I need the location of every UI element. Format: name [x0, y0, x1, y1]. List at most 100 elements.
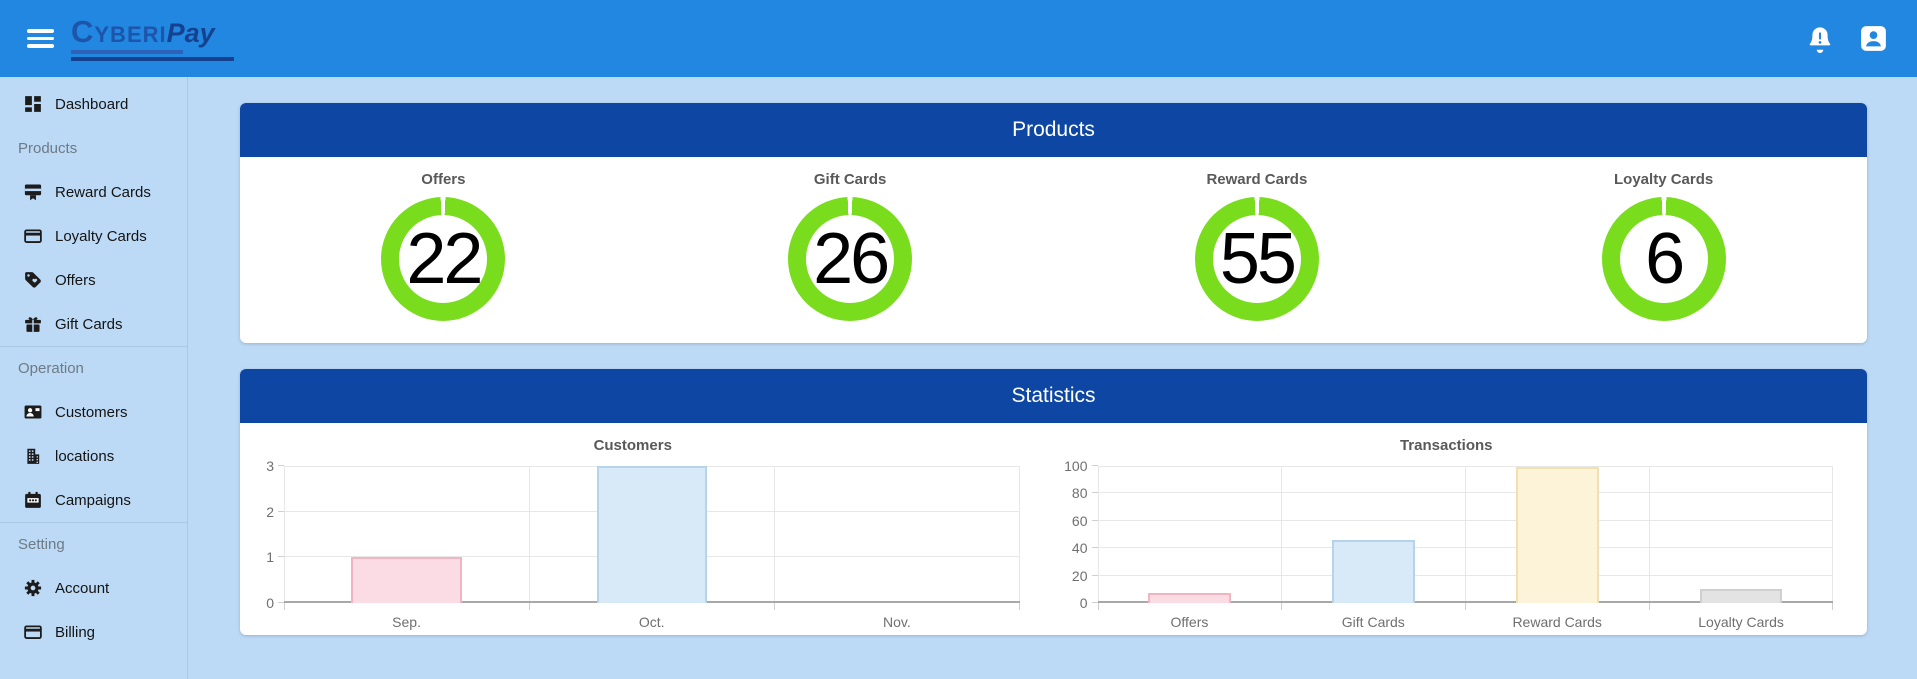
sidebar-section-label: Products [18, 139, 78, 157]
gauge-ring: 55 [1194, 197, 1319, 321]
plot-area [1097, 466, 1833, 603]
gauge-offers: Offers 22 [240, 171, 647, 343]
gridline-vertical [1281, 466, 1283, 603]
bar-sep [351, 557, 462, 603]
y-tick-label: 0 [1079, 595, 1088, 611]
gauges-row: Offers 22 Gift Cards 26 Reward Cards 55 … [240, 157, 1867, 343]
gauge-value: 26 [813, 219, 890, 299]
bar-reward-cards [1515, 467, 1599, 603]
sidebar-section-operation: Operation [0, 346, 187, 390]
sidebar-item-account[interactable]: Account [0, 566, 187, 610]
menu-icon[interactable] [27, 25, 54, 52]
x-tick-mark [1097, 603, 1099, 610]
y-tick-label: 40 [1071, 540, 1088, 557]
gauge-label: Loyalty Cards [1614, 171, 1714, 188]
sidebar-item-gift-cards[interactable]: Gift Cards [0, 302, 187, 346]
y-axis: 0 20 40 60 80 100 [1060, 458, 1098, 611]
chart-customers: Customers 0 1 2 3 Sep. Oct. Nov. [240, 423, 1054, 635]
sidebar-item-label: locations [55, 447, 115, 465]
x-axis: Sep. Oct. Nov. [284, 603, 1020, 635]
plot-area [284, 466, 1020, 603]
sidebar-item-loyalty-cards[interactable]: Loyalty Cards [0, 214, 187, 258]
gridline-vertical [1097, 466, 1099, 603]
logo-underline [71, 50, 183, 54]
gridline-vertical [1649, 466, 1651, 603]
x-category-label: Nov. [883, 614, 911, 630]
sidebar-item-label: Campaigns [55, 491, 131, 509]
bell-icon[interactable] [1806, 25, 1834, 53]
customers-icon [24, 403, 42, 421]
y-axis: 0 1 2 3 [246, 458, 284, 611]
menu-bar [27, 36, 54, 41]
sidebar-item-label: Billing [55, 623, 96, 641]
bar-loyalty-cards [1699, 589, 1783, 603]
gear-icon [24, 579, 42, 597]
gauge-reward-cards: Reward Cards 55 [1054, 171, 1461, 343]
x-tick-mark [1649, 603, 1651, 610]
gridline-vertical [1465, 466, 1467, 603]
gauge-value: 22 [406, 219, 483, 299]
gauge-ring: 6 [1601, 197, 1726, 321]
brand-name-accent: Pay [166, 18, 215, 48]
sidebar-item-dashboard[interactable]: Dashboard [0, 82, 187, 126]
sidebar-item-customers[interactable]: Customers [0, 390, 187, 434]
y-tick-label: 100 [1064, 458, 1088, 474]
gauge-label: Reward Cards [1206, 171, 1308, 188]
bar-gift-cards [1331, 539, 1415, 603]
x-tick-mark [284, 603, 285, 610]
sidebar-section-products: Products [0, 126, 187, 170]
products-panel: Products Offers 22 Gift Cards 26 Reward … [240, 103, 1867, 343]
y-tick-label: 80 [1071, 485, 1088, 502]
sidebar-section-label: Setting [18, 536, 65, 553]
y-tick-label: 3 [266, 458, 274, 474]
x-category-label: Gift Cards [1341, 614, 1405, 630]
gauge-ring: 22 [381, 197, 506, 321]
menu-bar [27, 44, 54, 48]
chart-title: Customers [593, 437, 672, 454]
sidebar-item-label: Gift Cards [55, 315, 123, 333]
offers-tag-icon [24, 271, 42, 289]
gauge-label: Gift Cards [813, 171, 887, 188]
products-panel-header: Products [240, 103, 1867, 157]
x-tick-mark [529, 603, 531, 610]
gauge-loyalty-cards: Loyalty Cards 6 [1460, 171, 1867, 343]
reward-cards-icon [24, 183, 42, 201]
loyalty-cards-icon [24, 227, 42, 245]
gauge-gift-cards: Gift Cards 26 [647, 171, 1054, 343]
sidebar-section-label: Operation [18, 360, 84, 377]
topbar-actions [1806, 25, 1887, 53]
calendar-icon [24, 491, 42, 509]
gauge-value: 6 [1645, 219, 1685, 299]
y-tick-label: 0 [266, 595, 274, 611]
sidebar-item-offers[interactable]: Offers [0, 258, 187, 302]
x-tick-mark [1465, 603, 1467, 610]
panel-title: Statistics [1011, 384, 1096, 407]
gridline-vertical [774, 466, 776, 603]
chart-transactions: Transactions 0 20 40 60 80 100 Offers Gift Car… [1054, 423, 1868, 635]
gift-icon [24, 315, 42, 333]
gauge-label: Offers [421, 171, 466, 188]
sidebar-item-label: Account [55, 579, 110, 597]
sidebar-item-billing[interactable]: Billing [0, 610, 187, 654]
x-axis: Offers Gift Cards Reward Cards Loyalty Card… [1097, 603, 1833, 635]
top-navbar: CyberiPay [0, 0, 1917, 77]
x-tick-mark [1018, 603, 1020, 610]
sidebar-item-locations[interactable]: locations [0, 434, 187, 478]
sidebar-item-campaigns[interactable]: Campaigns [0, 478, 187, 522]
bar-oct [596, 466, 707, 603]
gridline-vertical [284, 466, 285, 603]
gridline-vertical [1018, 466, 1020, 603]
account-icon[interactable] [1860, 25, 1887, 52]
panel-title: Products [1012, 118, 1095, 141]
sidebar-item-reward-cards[interactable]: Reward Cards [0, 170, 187, 214]
gridline-vertical [529, 466, 531, 603]
sidebar-item-label: Customers [55, 403, 128, 421]
building-icon [24, 447, 42, 465]
gauge-value: 55 [1219, 219, 1297, 299]
statistics-panel-header: Statistics [240, 369, 1867, 423]
x-tick-mark [1832, 603, 1833, 610]
brand-logo[interactable]: CyberiPay [71, 16, 234, 61]
credit-card-icon [24, 623, 42, 641]
sidebar-item-label: Loyalty Cards [55, 227, 147, 245]
x-category-label: Loyalty Cards [1698, 614, 1784, 630]
